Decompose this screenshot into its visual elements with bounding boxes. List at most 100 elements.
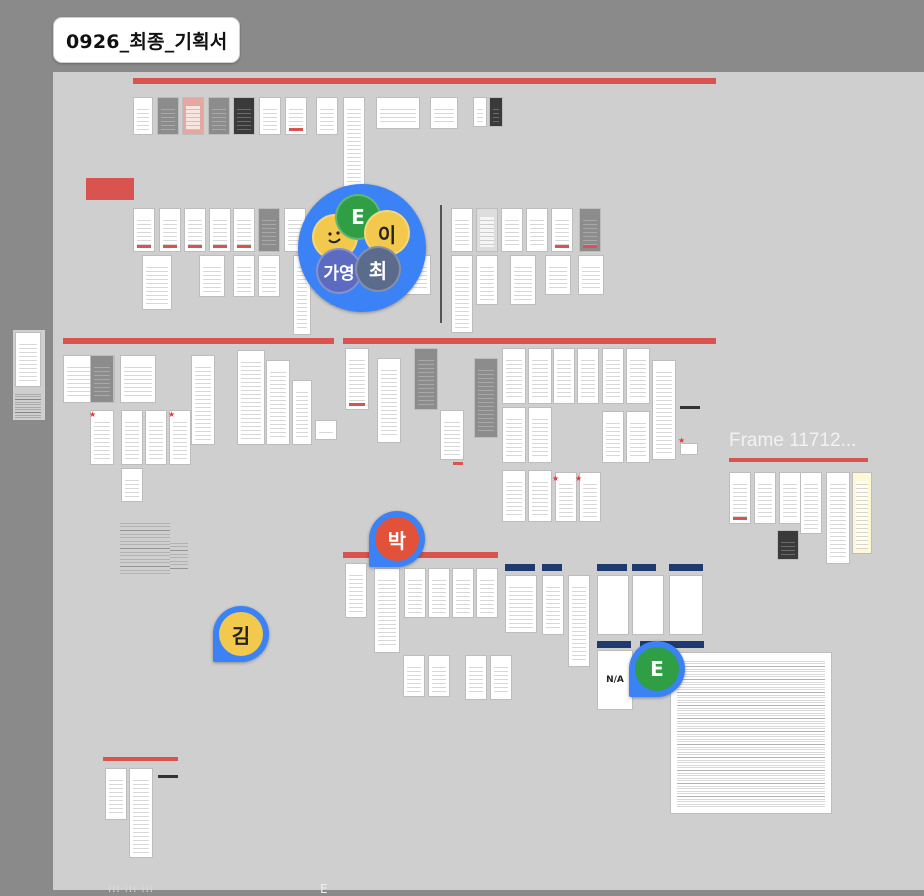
screen-a-6[interactable]: [145, 410, 167, 465]
collaborator-cluster[interactable]: E 이 가영 최: [298, 184, 426, 312]
screen-r2-1[interactable]: [133, 208, 155, 252]
screen-c-5[interactable]: [826, 472, 850, 564]
screen-onboard[interactable]: [182, 97, 204, 135]
file-title-chip[interactable]: 0926_최종_기획서: [53, 17, 241, 63]
screen-wide-1[interactable]: [376, 97, 420, 129]
screen-d-6[interactable]: [476, 568, 498, 618]
screen-b-2[interactable]: [377, 358, 401, 443]
screen-a-8[interactable]: [121, 468, 143, 502]
screen-c-4[interactable]: [800, 472, 822, 534]
screen-splash[interactable]: [133, 97, 153, 135]
screen-mini-2[interactable]: [489, 97, 503, 127]
screen-rc-8[interactable]: [476, 255, 498, 305]
side-frame[interactable]: [13, 330, 45, 420]
screen-d-13[interactable]: [403, 655, 425, 697]
na-card[interactable]: N/A: [597, 650, 633, 710]
screen-rc-3[interactable]: [501, 208, 523, 252]
screen-dark[interactable]: [233, 97, 255, 135]
screen-c-6[interactable]: [852, 472, 872, 554]
screen-c-2[interactable]: [754, 472, 776, 524]
screen-rc-10[interactable]: [545, 255, 571, 295]
avatar-kim: 김: [219, 612, 263, 656]
screen-b-3[interactable]: [414, 348, 438, 410]
screen-signup[interactable]: [285, 97, 307, 135]
screen-c-7[interactable]: [777, 530, 799, 560]
screen-c-3[interactable]: [779, 472, 801, 524]
cursor-park[interactable]: 박: [369, 511, 425, 567]
screen-r3-4[interactable]: [258, 255, 280, 297]
screen-intro[interactable]: [208, 97, 230, 135]
screen-b-7[interactable]: [528, 348, 552, 404]
screen-rc-9[interactable]: [510, 255, 536, 305]
screen-b-10[interactable]: [602, 348, 624, 404]
screen-a-5[interactable]: [121, 410, 143, 465]
screen-r2-5[interactable]: [233, 208, 255, 252]
screen-d-11[interactable]: [632, 575, 664, 635]
screen-a-10[interactable]: [237, 350, 265, 445]
section-bar-top: [133, 78, 716, 84]
screen-r2-2[interactable]: [159, 208, 181, 252]
screen-e-2[interactable]: [129, 768, 153, 858]
banner-card[interactable]: [86, 178, 134, 200]
screen-terms[interactable]: [259, 97, 281, 135]
screen-rc-2[interactable]: [476, 208, 498, 252]
screen-mini-1[interactable]: [473, 97, 487, 127]
cursor-e[interactable]: E: [629, 641, 685, 697]
screen-a-11[interactable]: [266, 360, 290, 445]
screen-d-14[interactable]: [428, 655, 450, 697]
screen-b-4[interactable]: [440, 410, 464, 460]
screen-verify[interactable]: [316, 97, 338, 135]
screen-d-16[interactable]: [490, 655, 512, 700]
screen-wide-2[interactable]: [430, 97, 458, 129]
screen-rc-11[interactable]: [578, 255, 604, 295]
screen-a-2[interactable]: [90, 355, 114, 403]
screen-login[interactable]: [157, 97, 179, 135]
screen-d-15[interactable]: [465, 655, 487, 700]
screen-b-9[interactable]: [577, 348, 599, 404]
screen-rc-1[interactable]: [451, 208, 473, 252]
screen-b-17[interactable]: [502, 470, 526, 522]
screen-rc-6[interactable]: [579, 208, 601, 252]
screen-b-8[interactable]: [553, 348, 575, 404]
screen-e-1[interactable]: [105, 768, 127, 820]
screen-b-15[interactable]: [602, 411, 624, 463]
screen-r3-1[interactable]: [142, 255, 172, 310]
screen-rc-4[interactable]: [526, 208, 548, 252]
screen-c-1[interactable]: [729, 472, 751, 524]
screen-b-12[interactable]: [652, 360, 676, 460]
screen-rc-5[interactable]: [551, 208, 573, 252]
screen-a-3[interactable]: [120, 355, 156, 403]
screen-b-13[interactable]: [502, 407, 526, 463]
screen-d-7[interactable]: [505, 575, 537, 633]
screen-d-3[interactable]: [404, 568, 426, 618]
screen-r2-6[interactable]: [258, 208, 280, 252]
screen-d-12[interactable]: [669, 575, 703, 635]
screen-d-9[interactable]: [568, 575, 590, 667]
screen-b-5[interactable]: [474, 358, 498, 438]
screen-r3-3[interactable]: [233, 255, 255, 297]
screen-rc-7[interactable]: [451, 255, 473, 333]
cursor-kim[interactable]: 김: [213, 606, 269, 662]
screen-a-12[interactable]: [292, 380, 312, 445]
screen-b-20[interactable]: [579, 472, 601, 522]
screen-b-11[interactable]: [626, 348, 650, 404]
screen-d-5[interactable]: [452, 568, 474, 618]
screen-long-form[interactable]: [343, 97, 365, 187]
screen-b-18[interactable]: [528, 470, 552, 522]
screen-r2-3[interactable]: [184, 208, 206, 252]
screen-a-13[interactable]: [315, 420, 337, 440]
screen-d-1[interactable]: [345, 563, 367, 618]
screen-b-14[interactable]: [528, 407, 552, 463]
screen-d-2[interactable]: [374, 568, 400, 653]
document-page[interactable]: [670, 652, 832, 814]
screen-b-16[interactable]: [626, 411, 650, 463]
screen-d-10[interactable]: [597, 575, 629, 635]
screen-b-6[interactable]: [502, 348, 526, 404]
screen-r3-2[interactable]: [199, 255, 225, 297]
screen-b-1[interactable]: [345, 348, 369, 410]
screen-r2-4[interactable]: [209, 208, 231, 252]
screen-a-9[interactable]: [191, 355, 215, 445]
screen-d-4[interactable]: [428, 568, 450, 618]
screen-d-8[interactable]: [542, 575, 564, 635]
avatar-choi[interactable]: 최: [355, 246, 401, 292]
